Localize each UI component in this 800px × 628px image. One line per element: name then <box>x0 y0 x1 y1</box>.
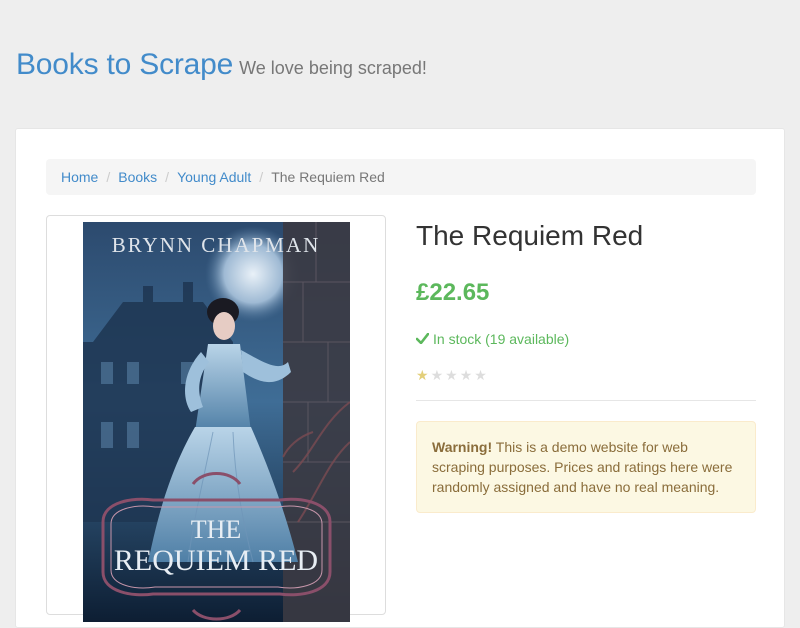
breadcrumb-books-link[interactable]: Books <box>118 169 157 185</box>
product-image-frame: BRYNN CHAPMAN THE REQUIEM RED <box>46 215 386 622</box>
tagline: We love being scraped! <box>239 58 427 78</box>
availability-text: In stock (19 available) <box>433 330 570 347</box>
star-icon: ★ <box>474 366 487 383</box>
check-icon <box>415 331 430 347</box>
star-icon: ★ <box>416 366 429 383</box>
site-header: Books to Scrape We love being scraped! <box>16 48 427 92</box>
warning-alert: Warning! This is a demo website for web … <box>416 420 756 513</box>
book-cover-image: BRYNN CHAPMAN THE REQUIEM RED <box>83 222 350 622</box>
breadcrumb-category-link[interactable]: Young Adult <box>177 169 251 185</box>
breadcrumb-home-link[interactable]: Home <box>61 169 98 185</box>
star-rating: ★ ★ ★ ★ ★ <box>416 367 756 384</box>
availability: In stock (19 available) <box>415 330 756 347</box>
product-title: The Requiem Red <box>416 220 644 251</box>
cover-title-line2: REQUIEM RED <box>114 544 318 577</box>
cover-author-text: BRYNN CHAPMAN <box>112 233 321 257</box>
breadcrumb: Home / Books / Young Adult / The Requiem… <box>46 159 756 195</box>
cover-title-line1: THE <box>191 515 242 544</box>
star-icon: ★ <box>430 366 444 383</box>
breadcrumb-separator: / <box>106 169 111 185</box>
product-main: The Requiem Red £22.65 In stock (19 avai… <box>415 215 756 513</box>
product-price: £22.65 <box>416 278 490 306</box>
alert-strong: Warning! <box>432 438 493 455</box>
breadcrumb-current: The Requiem Red <box>271 169 385 185</box>
brand-link[interactable]: Books to Scrape <box>16 48 233 82</box>
divider <box>416 399 756 401</box>
breadcrumb-separator: / <box>259 169 264 185</box>
star-icon: ★ <box>459 366 473 383</box>
star-icon: ★ <box>445 366 458 383</box>
breadcrumb-separator: / <box>165 169 170 185</box>
page-container: Home / Books / Young Adult / The Requiem… <box>15 128 785 628</box>
